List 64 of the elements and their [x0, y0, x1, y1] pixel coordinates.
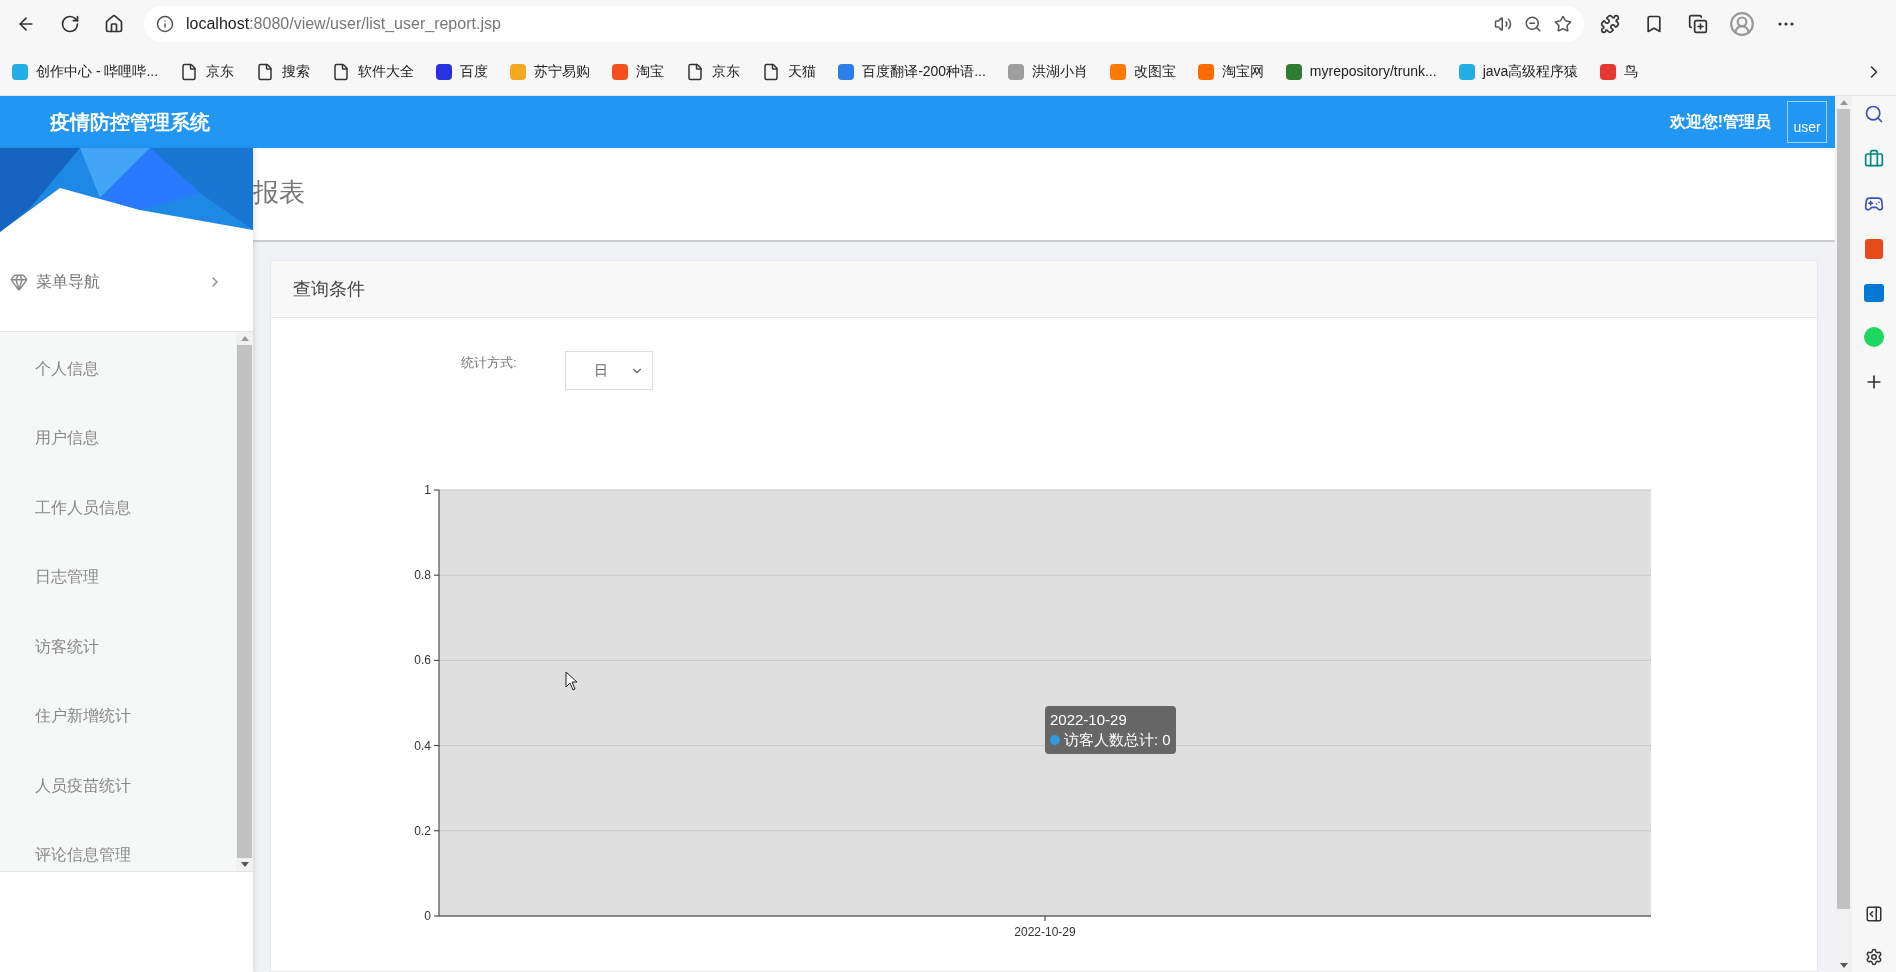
app-title: 疫情防控管理系统 — [50, 110, 210, 135]
bookmark-link[interactable]: 京东 — [686, 61, 741, 82]
bookmark-link[interactable]: 百度翻译-200种语... — [838, 61, 986, 82]
office-logo-icon — [1865, 239, 1883, 259]
refresh-icon — [60, 14, 80, 34]
home-icon — [104, 14, 124, 34]
bookmark-link[interactable]: 天猫 — [762, 61, 817, 82]
add-favorite-icon — [1554, 15, 1572, 33]
bookmark-link[interactable]: 改图宝 — [1109, 61, 1176, 82]
sidebar-scrollbar[interactable] — [236, 332, 253, 871]
bookmark-link[interactable]: 苏宁易购 — [510, 61, 591, 82]
bookmark-link[interactable]: 洪湖小肖 — [1007, 61, 1088, 82]
filter-label: 统计方式: — [461, 354, 517, 372]
y-tick-label: 0.4 — [414, 738, 431, 753]
user-avatar-icon — [1729, 11, 1755, 37]
search-icon — [1864, 104, 1884, 124]
page-icon — [256, 62, 275, 81]
bookmark-link[interactable]: myrepository/trunk... — [1285, 61, 1437, 82]
panel-icon — [1865, 905, 1883, 923]
menu-heading: 菜单导航 — [36, 271, 100, 292]
page-title: 报表 — [253, 175, 305, 209]
diamond-icon — [10, 272, 28, 291]
tooltip-value: 访客人数总计: 0 — [1064, 730, 1171, 750]
info-icon — [156, 15, 174, 33]
y-tick-label: 0 — [424, 909, 431, 923]
bookmark-link[interactable]: 京东 — [180, 61, 235, 82]
bookmark-icon — [1644, 14, 1664, 34]
settings-icon — [1865, 948, 1883, 966]
welcome-text: 欢迎您!管理员 — [1669, 112, 1771, 132]
tooltip-title: 2022-10-29 — [1050, 710, 1128, 730]
briefcase-icon — [1864, 149, 1884, 169]
bookmark-link[interactable]: 软件大全 — [332, 61, 415, 82]
bookmark-link[interactable]: 创作中心 - 哔哩哔... — [12, 61, 159, 82]
scroll-down-icon[interactable] — [240, 862, 249, 867]
y-tick-label: 1 — [424, 483, 431, 497]
mail-logo-icon — [1864, 284, 1884, 302]
url-text: localhost:8080/view/user/list_user_report.jsp — [186, 14, 501, 34]
more-icon — [1778, 22, 1794, 26]
read-aloud-icon — [1494, 15, 1512, 33]
card-title: 查询条件 — [293, 277, 365, 301]
bookmark-link[interactable]: 鸟 — [1600, 61, 1639, 82]
bookmark-link[interactable]: java高级程序猿 — [1458, 61, 1579, 82]
music-logo-icon — [1864, 327, 1884, 347]
bookmark-link[interactable]: 淘宝 — [612, 61, 665, 82]
page-scrollbar[interactable] — [1835, 96, 1852, 972]
bookmark-link[interactable]: 淘宝网 — [1197, 61, 1264, 82]
puzzle-icon — [1600, 14, 1620, 34]
page-icon — [180, 62, 199, 81]
y-tick-label: 0.2 — [414, 823, 431, 838]
x-tick-label: 2022-10-29 — [1014, 925, 1076, 939]
page-icon — [332, 62, 351, 81]
period-select[interactable]: 日 — [564, 351, 653, 390]
y-tick-label: 0.6 — [414, 653, 431, 668]
scroll-down-icon[interactable] — [1839, 963, 1848, 968]
bookmark-link[interactable]: 搜索 — [256, 61, 311, 82]
page-icon — [762, 62, 781, 81]
zoom-out-icon — [1524, 15, 1542, 33]
y-tick-label: 0.8 — [414, 568, 431, 583]
address-bar[interactable]: localhost:8080/view/user/list_user_report.jsp — [144, 6, 1584, 42]
bookmark-link[interactable]: 百度 — [436, 61, 489, 82]
mouse-cursor-icon — [565, 671, 579, 691]
gamepad-icon — [1864, 194, 1884, 214]
page-icon — [686, 62, 705, 81]
copy-plus-icon — [1688, 14, 1708, 34]
